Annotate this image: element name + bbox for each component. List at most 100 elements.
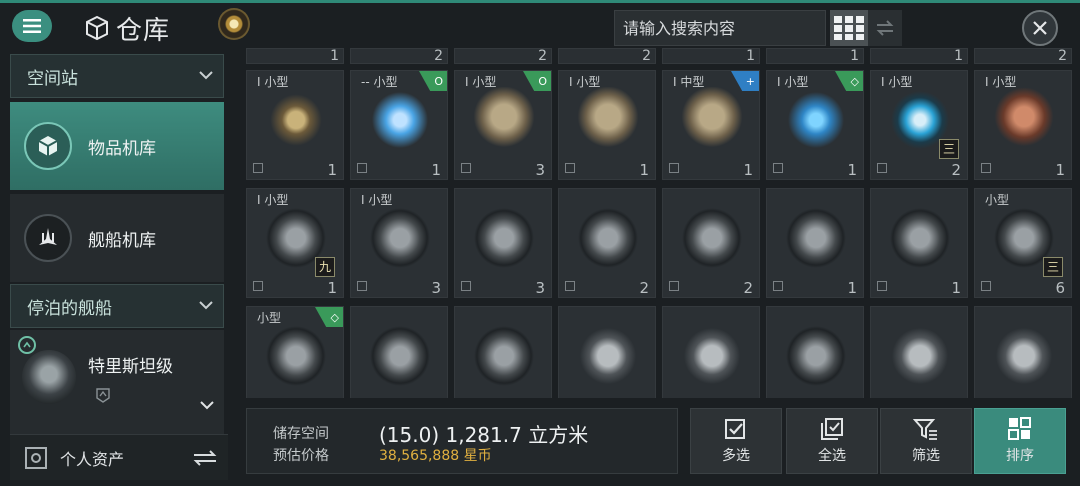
partial-cell[interactable]: 2 (974, 48, 1072, 64)
item-image (679, 323, 745, 389)
item-slot[interactable]: I 小型 1 (974, 70, 1072, 180)
item-image (783, 323, 849, 389)
lock-icon (461, 281, 471, 291)
grid-icon (834, 16, 864, 40)
swap-view-button[interactable] (868, 10, 902, 46)
item-slot[interactable] (870, 306, 968, 398)
grid-view-button[interactable] (830, 10, 868, 46)
partial-cell[interactable]: 1 (662, 48, 760, 64)
item-size-label: I 小型 (777, 75, 809, 89)
sidebar-item-item-hangar[interactable]: 物品机库 (10, 102, 224, 190)
multi-select-label: 多选 (722, 448, 750, 464)
item-slot[interactable]: I 小型三 2 (870, 70, 968, 180)
item-slot[interactable]: 3 (454, 188, 552, 298)
sidebar-item-ship-hangar[interactable]: 舰船机库 (10, 194, 224, 282)
item-image (991, 323, 1057, 389)
partial-cell[interactable]: 2 (558, 48, 656, 64)
item-image (887, 205, 953, 271)
item-slot[interactable] (766, 306, 864, 398)
item-quantity: 1 (954, 48, 963, 64)
item-quantity: 1 (746, 48, 755, 64)
ship-thumbnail (22, 350, 76, 404)
item-slot[interactable]: I 小型 ◇ 1 (766, 70, 864, 180)
item-quantity: 1 (327, 161, 337, 179)
item-size-label: 小型 (257, 311, 282, 325)
item-size-label: I 小型 (985, 75, 1017, 89)
item-slot[interactable]: 2 (558, 188, 656, 298)
item-slot[interactable] (454, 306, 552, 398)
sidebar-item-label: 舰船机库 (88, 230, 156, 251)
item-slot[interactable]: 小型 ◇ (246, 306, 344, 398)
section-station[interactable]: 空间站 (10, 54, 224, 98)
search-input[interactable] (615, 18, 823, 38)
item-image (367, 205, 433, 271)
storage-space-label: 储存空间 (273, 426, 329, 442)
select-all-button[interactable]: 全选 (786, 408, 878, 474)
menu-button[interactable] (12, 10, 52, 42)
item-size-label: 小型 (985, 193, 1010, 207)
partial-cell[interactable]: 2 (454, 48, 552, 64)
item-quantity: 1 (847, 279, 857, 297)
item-slot[interactable] (662, 306, 760, 398)
item-image (679, 205, 745, 271)
item-slot[interactable]: I 中型 +1 (662, 70, 760, 180)
close-icon (1033, 21, 1047, 35)
item-slot[interactable]: I 小型 1 (558, 70, 656, 180)
item-image (367, 323, 433, 389)
item-quantity: 1 (330, 48, 339, 64)
item-image (471, 87, 537, 153)
lock-icon (565, 163, 575, 173)
item-slot[interactable]: -- 小型 O 1 (350, 70, 448, 180)
personal-assets-button[interactable]: 个人资产 (10, 434, 228, 480)
item-image (575, 323, 641, 389)
item-slot[interactable] (350, 306, 448, 398)
item-quantity: 1 (639, 161, 649, 179)
partial-cell[interactable]: 1 (246, 48, 344, 64)
item-slot[interactable]: 1 (870, 188, 968, 298)
storage-space-value: (15.0) 1,281.7 立方米 (379, 423, 589, 447)
item-slot[interactable]: 小型三 6 (974, 188, 1072, 298)
multi-select-button[interactable]: 多选 (690, 408, 782, 474)
docked-ship-card[interactable]: 特里斯坦级 (10, 330, 224, 434)
filter-icon (913, 419, 937, 440)
view-toggle (830, 10, 902, 46)
swap-arrows-icon (876, 20, 894, 36)
filter-button[interactable]: 筛选 (880, 408, 972, 474)
item-quantity: 6 (1055, 279, 1065, 297)
sort-button[interactable]: 排序 (974, 408, 1066, 474)
item-slot[interactable] (558, 306, 656, 398)
page-title-group: 仓库 (84, 10, 170, 46)
close-button[interactable] (1022, 10, 1058, 46)
storage-panel: 储存空间 预估价格 (15.0) 1,281.7 立方米 38,565,888 … (246, 408, 678, 474)
lock-icon (877, 281, 887, 291)
partial-cell[interactable]: 1 (870, 48, 968, 64)
item-slot[interactable] (974, 306, 1072, 398)
partial-cell[interactable]: 2 (350, 48, 448, 64)
item-slot[interactable]: 1 (766, 188, 864, 298)
item-image (367, 87, 433, 153)
item-slot[interactable]: I 小型 1 (246, 70, 344, 180)
item-slot[interactable]: I 小型九 1 (246, 188, 344, 298)
item-quantity: 1 (850, 48, 859, 64)
item-image (575, 87, 641, 153)
lock-icon (253, 281, 263, 291)
item-slot[interactable]: I 小型 O 3 (454, 70, 552, 180)
item-quantity: 2 (639, 279, 649, 297)
item-image (783, 87, 849, 153)
lock-icon (669, 281, 679, 291)
partial-cell[interactable]: 1 (766, 48, 864, 64)
estimated-price-label: 预估价格 (273, 448, 329, 464)
item-size-label: -- 小型 (361, 75, 398, 89)
section-docked-ships[interactable]: 停泊的舰船 (10, 284, 224, 328)
item-size-label: I 小型 (257, 75, 289, 89)
item-image (679, 87, 745, 153)
section-station-label: 空间站 (27, 68, 78, 89)
item-slot[interactable]: 2 (662, 188, 760, 298)
swap-icon[interactable] (192, 449, 218, 467)
item-size-label: I 中型 (673, 75, 705, 89)
status-orb-icon[interactable] (218, 8, 250, 40)
item-slot[interactable]: I 小型 3 (350, 188, 448, 298)
item-image (783, 205, 849, 271)
item-quantity: 3 (535, 279, 545, 297)
chevron-down-icon[interactable] (200, 400, 214, 410)
